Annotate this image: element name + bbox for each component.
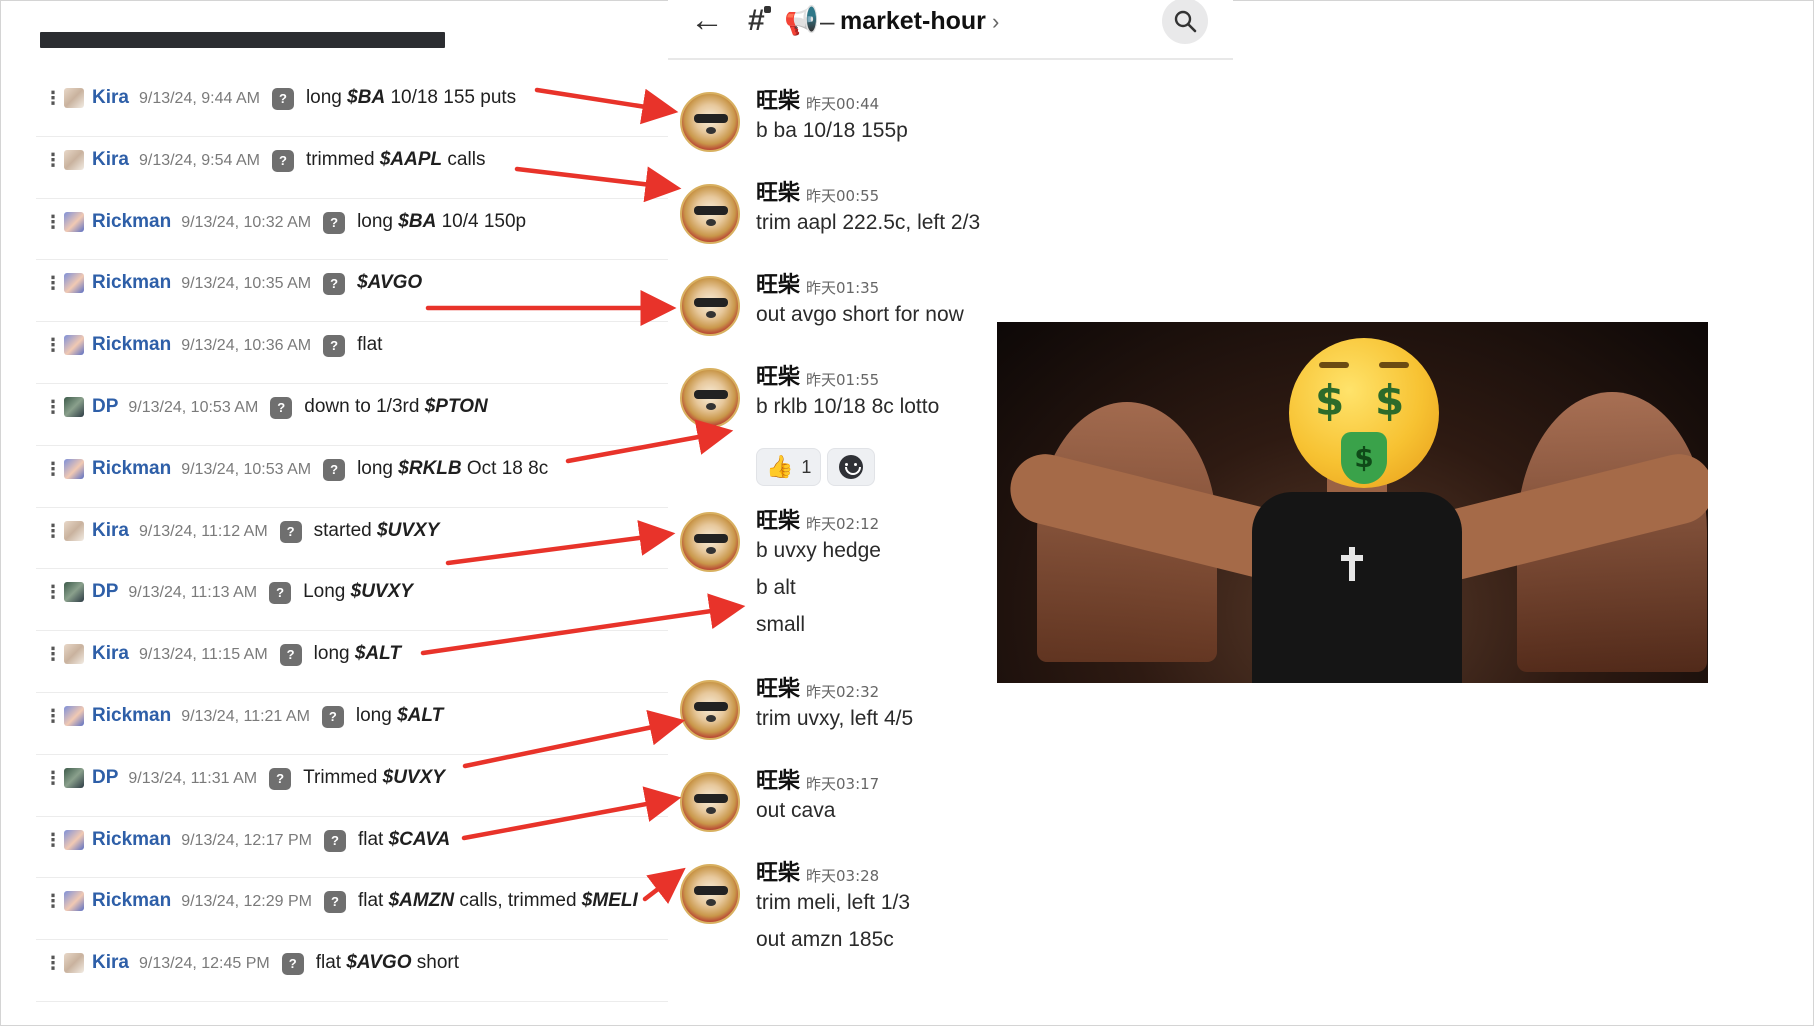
red-arrow [565,419,734,464]
red-arrow [534,87,679,125]
red-arrow [445,520,676,566]
red-arrow [462,709,686,769]
red-arrow [642,867,686,904]
red-arrow [420,593,746,656]
red-arrow [514,166,682,203]
annotation-arrows [420,87,746,904]
red-arrow [461,786,682,841]
